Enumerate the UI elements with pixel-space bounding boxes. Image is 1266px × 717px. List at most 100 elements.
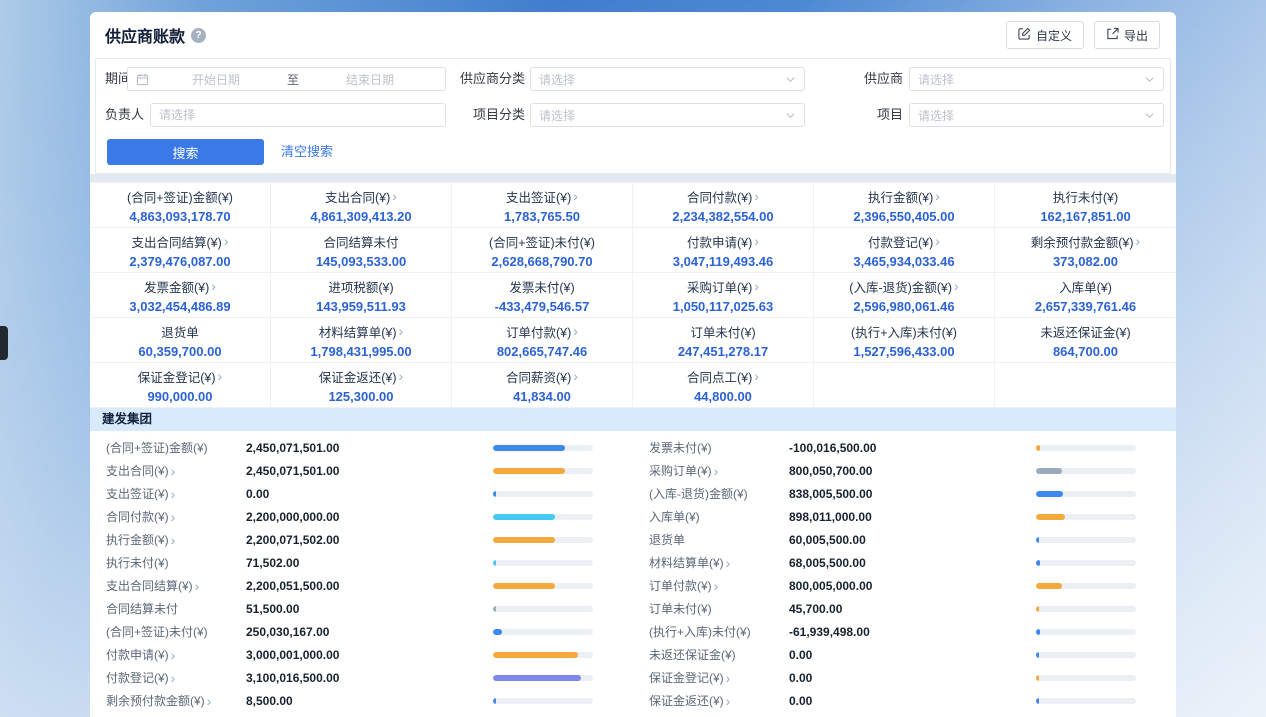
- drill-arrow-icon[interactable]: ›: [714, 579, 719, 593]
- detail-label[interactable]: 采购订单(¥)›: [649, 462, 789, 479]
- summary-cell-value: 41,834.00: [513, 389, 571, 404]
- drill-arrow-icon[interactable]: ›: [171, 533, 176, 547]
- value-bar-fill: [1036, 468, 1062, 474]
- owner-input[interactable]: [159, 108, 437, 122]
- summary-cell-label: 支出合同结算(¥)›: [132, 232, 229, 251]
- drill-arrow-icon[interactable]: ›: [399, 324, 404, 338]
- export-button[interactable]: 导出: [1094, 21, 1160, 49]
- detail-value: 0.00: [246, 487, 493, 501]
- summary-cell[interactable]: 支出签证(¥)›1,783,765.50: [452, 183, 633, 228]
- summary-cell[interactable]: (入库-退货)金额(¥)›2,596,980,061.46: [814, 273, 995, 318]
- drill-arrow-icon[interactable]: ›: [573, 189, 578, 203]
- value-bar: [1036, 537, 1136, 543]
- drill-arrow-icon[interactable]: ›: [714, 464, 719, 478]
- drill-arrow-icon[interactable]: ›: [573, 369, 578, 383]
- drill-arrow-icon[interactable]: ›: [754, 279, 759, 293]
- summary-cell[interactable]: 采购订单(¥)›1,050,117,025.63: [633, 273, 814, 318]
- project-category-select[interactable]: 请选择: [530, 103, 805, 127]
- drill-arrow-icon[interactable]: ›: [573, 324, 578, 338]
- supplier-select[interactable]: 请选择: [909, 67, 1164, 91]
- drill-arrow-icon[interactable]: ›: [195, 579, 200, 593]
- detail-value: 3,100,016,500.00: [246, 671, 493, 685]
- drill-arrow-icon[interactable]: ›: [954, 279, 959, 293]
- detail-label[interactable]: 订单付款(¥)›: [649, 577, 789, 594]
- supplier-category-select[interactable]: 请选择: [530, 67, 805, 91]
- summary-cell[interactable]: 剩余预付款金额(¥)›373,082.00: [995, 228, 1176, 273]
- summary-cell[interactable]: 支出合同结算(¥)› 2,379,476,087.00: [90, 228, 271, 273]
- start-date-placeholder[interactable]: 开始日期: [149, 71, 283, 88]
- range-separator: 至: [283, 71, 303, 88]
- value-bar: [1036, 652, 1136, 658]
- detail-value: 0.00: [789, 694, 1036, 708]
- drill-arrow-icon[interactable]: ›: [935, 234, 940, 248]
- summary-cell[interactable]: 付款登记(¥)›3,465,934,033.46: [814, 228, 995, 273]
- drill-arrow-icon[interactable]: ›: [224, 234, 229, 248]
- value-bar-fill: [1036, 629, 1040, 635]
- summary-cell-value: 2,379,476,087.00: [129, 254, 230, 269]
- supplier-accounts-page: 供应商账款 ? 自定义 导出 期: [0, 0, 1266, 717]
- drill-arrow-icon[interactable]: ›: [171, 464, 176, 478]
- detail-label[interactable]: 支出合同结算(¥)›: [106, 577, 246, 594]
- detail-value: 250,030,167.00: [246, 625, 493, 639]
- drill-arrow-icon[interactable]: ›: [935, 189, 940, 203]
- summary-cell-value: 1,050,117,025.63: [673, 299, 774, 314]
- detail-label: 入库单(¥): [649, 508, 789, 525]
- summary-cell[interactable]: 保证金登记(¥)›990,000.00: [90, 363, 271, 408]
- chevron-down-icon: [785, 110, 796, 121]
- summary-cell[interactable]: 合同点工(¥)›44,800.00: [633, 363, 814, 408]
- search-button[interactable]: 搜索: [107, 139, 264, 165]
- drill-arrow-icon[interactable]: ›: [171, 648, 176, 662]
- summary-cell[interactable]: 合同薪资(¥)›41,834.00: [452, 363, 633, 408]
- drill-arrow-icon[interactable]: ›: [171, 487, 176, 501]
- drill-arrow-icon[interactable]: ›: [399, 369, 404, 383]
- help-icon[interactable]: ?: [191, 28, 206, 43]
- summary-cell: 入库单(¥)2,657,339,761.46: [995, 273, 1176, 318]
- detail-label[interactable]: 材料结算单(¥)›: [649, 554, 789, 571]
- summary-cell[interactable]: 保证金返还(¥)›125,300.00: [271, 363, 452, 408]
- detail-label[interactable]: 支出签证(¥)›: [106, 485, 246, 502]
- summary-cell-label: (合同+签证)金额(¥): [127, 187, 233, 206]
- summary-cell[interactable]: 付款申请(¥)›3,047,119,493.46: [633, 228, 814, 273]
- sidebar-collapse-handle[interactable]: [0, 326, 8, 360]
- drill-arrow-icon[interactable]: ›: [207, 694, 212, 708]
- customize-button[interactable]: 自定义: [1006, 21, 1084, 49]
- value-bar: [493, 583, 593, 589]
- summary-cell: (执行+入库)未付(¥)1,527,596,433.00: [814, 318, 995, 363]
- summary-cell-label: 发票未付(¥): [509, 277, 574, 296]
- summary-cell[interactable]: 支出合同(¥)›4,861,309,413.20: [271, 183, 452, 228]
- drill-arrow-icon[interactable]: ›: [171, 510, 176, 524]
- drill-arrow-icon[interactable]: ›: [754, 189, 759, 203]
- drill-arrow-icon[interactable]: ›: [1136, 234, 1141, 248]
- drill-arrow-icon[interactable]: ›: [754, 234, 759, 248]
- drill-arrow-icon[interactable]: ›: [726, 556, 731, 570]
- detail-row: 发票金额(¥)›3,032,454,486.89: [106, 712, 633, 717]
- project-select[interactable]: 请选择: [909, 103, 1164, 127]
- detail-label[interactable]: 付款申请(¥)›: [106, 646, 246, 663]
- detail-label[interactable]: 剩余预付款金额(¥)›: [106, 692, 246, 709]
- detail-label[interactable]: 支出合同(¥)›: [106, 462, 246, 479]
- detail-row: 未返还保证金(¥)0.00: [649, 643, 1160, 666]
- summary-cell[interactable]: 执行金额(¥)›2,396,550,405.00: [814, 183, 995, 228]
- clear-search-link[interactable]: 清空搜索: [281, 139, 333, 165]
- summary-cell[interactable]: 合同付款(¥)›2,234,382,554.00: [633, 183, 814, 228]
- drill-arrow-icon[interactable]: ›: [171, 671, 176, 685]
- detail-label[interactable]: 执行金额(¥)›: [106, 531, 246, 548]
- summary-cell-value: 1,798,431,995.00: [310, 344, 411, 359]
- detail-label[interactable]: 保证金登记(¥)›: [649, 669, 789, 686]
- drill-arrow-icon[interactable]: ›: [211, 279, 216, 293]
- summary-cell[interactable]: 发票金额(¥)›3,032,454,486.89: [90, 273, 271, 318]
- value-bar: [1036, 491, 1136, 497]
- summary-cell[interactable]: 材料结算单(¥)›1,798,431,995.00: [271, 318, 452, 363]
- detail-label[interactable]: 付款登记(¥)›: [106, 669, 246, 686]
- detail-label[interactable]: 合同付款(¥)›: [106, 508, 246, 525]
- summary-cell[interactable]: 订单付款(¥)›802,665,747.46: [452, 318, 633, 363]
- detail-value: 898,011,000.00: [789, 510, 1036, 524]
- drill-arrow-icon[interactable]: ›: [726, 671, 731, 685]
- detail-label[interactable]: 保证金返还(¥)›: [649, 692, 789, 709]
- drill-arrow-icon[interactable]: ›: [218, 369, 223, 383]
- drill-arrow-icon[interactable]: ›: [726, 694, 731, 708]
- drill-arrow-icon[interactable]: ›: [392, 189, 397, 203]
- drill-arrow-icon[interactable]: ›: [754, 369, 759, 383]
- period-date-range-input[interactable]: 开始日期 至 结束日期: [127, 67, 446, 91]
- end-date-placeholder[interactable]: 结束日期: [303, 71, 437, 88]
